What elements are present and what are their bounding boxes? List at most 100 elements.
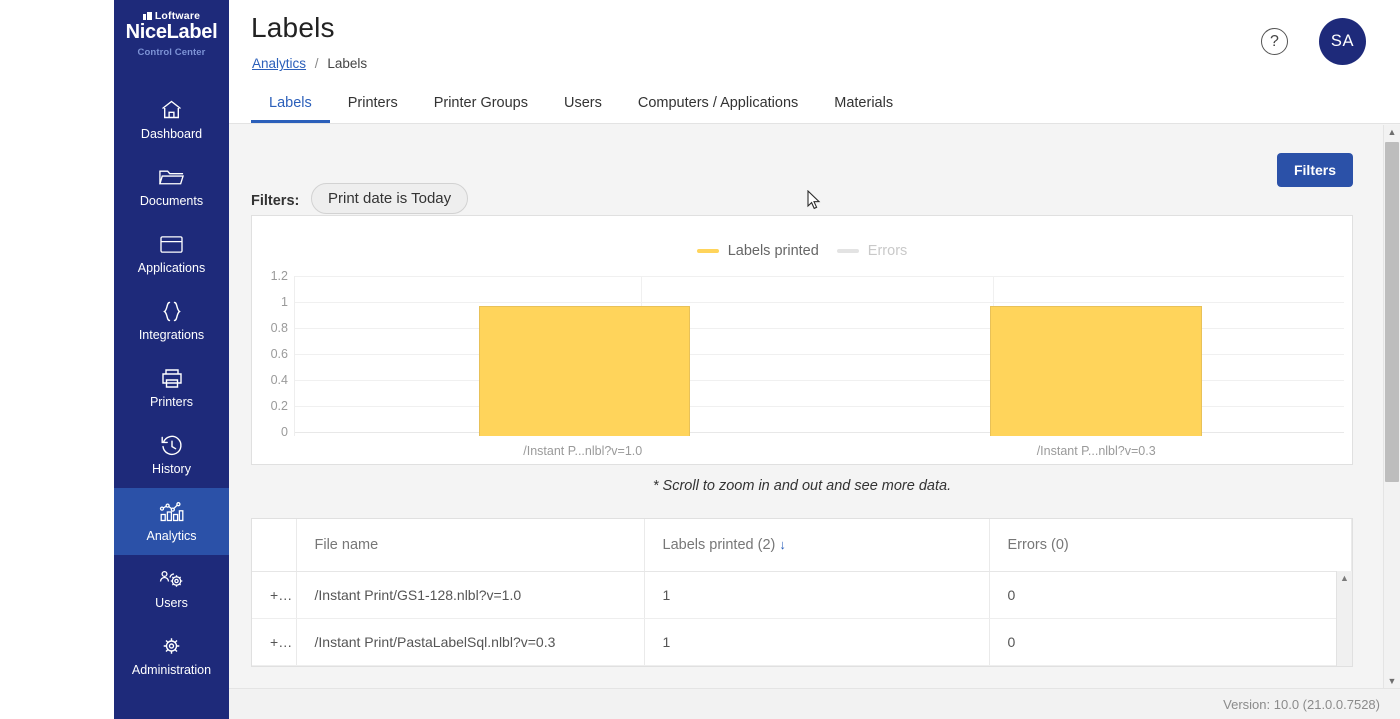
tab-computers-applications[interactable]: Computers / Applications xyxy=(620,82,816,123)
table-scrollbar[interactable]: ▲ xyxy=(1336,571,1352,666)
bar-chart-icon xyxy=(158,499,186,525)
cell-labels-printed: 1 xyxy=(644,618,990,666)
legend-swatch-labels-printed xyxy=(696,249,719,253)
y-tick: 0 xyxy=(281,425,288,439)
sidebar-label-documents: Documents xyxy=(139,194,204,209)
scroll-down-icon[interactable]: ▼ xyxy=(1384,676,1400,686)
chart-bar[interactable] xyxy=(478,306,691,436)
tab-users[interactable]: Users xyxy=(546,82,620,123)
expand-row-icon[interactable]: + xyxy=(252,571,297,619)
tab-printer-groups[interactable]: Printer Groups xyxy=(416,82,546,123)
filter-row: Filters Filters: Print date is Today xyxy=(229,125,1375,215)
sidebar-label-administration: Administration xyxy=(131,663,212,678)
window-icon xyxy=(159,231,184,257)
y-tick: 1 xyxy=(281,295,288,309)
column-header-expand xyxy=(252,519,297,572)
breadcrumb-separator: / xyxy=(314,56,319,71)
x-tick-label: /Instant P...nlbl?v=0.3 xyxy=(1036,444,1156,458)
chart-y-axis: 1.2 1 0.8 0.6 0.4 0.2 0 xyxy=(252,269,288,439)
sidebar-item-history[interactable]: History xyxy=(114,421,229,488)
cell-errors: 0 xyxy=(989,618,1352,666)
cell-errors: 0 xyxy=(989,571,1352,619)
sidebar-item-applications[interactable]: Applications xyxy=(114,220,229,287)
gear-icon xyxy=(159,633,184,659)
legend-item-errors[interactable]: Errors xyxy=(836,243,908,259)
column-header-file-name[interactable]: File name xyxy=(296,519,645,572)
column-label-file-name: File name xyxy=(314,536,379,553)
sidebar-item-analytics[interactable]: Analytics xyxy=(114,487,229,555)
app-root: Loftware NiceLabel Control Center Dashbo… xyxy=(0,0,1400,719)
sidebar-item-users[interactable]: Users xyxy=(114,555,229,622)
chart-scroll-hint: * Scroll to zoom in and out and see more… xyxy=(652,478,952,494)
sidebar-item-documents[interactable]: Documents xyxy=(114,153,229,220)
legend-label-labels-printed: Labels printed xyxy=(727,243,819,259)
chart-legend: Labels printed Errors xyxy=(252,243,1352,259)
scroll-body: Filters Filters: Print date is Today Lab… xyxy=(229,125,1400,688)
page-scrollbar[interactable]: ▲ ▼ xyxy=(1383,125,1400,688)
footer-bar: Version: 10.0 (21.0.0.7528) xyxy=(229,688,1400,719)
sidebar-label-users: Users xyxy=(155,596,188,611)
chart-card: Labels printed Errors 1.2 1 0.8 0.6 0.4 … xyxy=(251,215,1353,465)
question-circle-icon[interactable]: ? xyxy=(1261,28,1288,55)
y-tick: 0.6 xyxy=(270,347,288,361)
brand-product-label: NiceLabel xyxy=(125,21,218,43)
gridline xyxy=(295,302,1344,303)
scroll-up-icon[interactable]: ▲ xyxy=(1384,127,1400,137)
breadcrumb-link-analytics[interactable]: Analytics xyxy=(252,56,306,71)
filters-button[interactable]: Filters xyxy=(1276,153,1353,187)
chart-bar[interactable] xyxy=(990,306,1203,436)
clock-history-icon xyxy=(159,432,185,458)
expand-row-icon[interactable]: + xyxy=(252,618,297,666)
brand-block: Loftware NiceLabel Control Center xyxy=(114,0,229,58)
column-label-errors: Errors (0) xyxy=(1007,536,1069,553)
sort-desc-icon: ↓ xyxy=(779,536,786,552)
main-area: Labels Analytics / Labels ? SA Labels Pr… xyxy=(229,0,1400,719)
page-header: Labels Analytics / Labels ? SA xyxy=(229,0,1400,82)
chart-plot[interactable]: 1.2 1 0.8 0.6 0.4 0.2 0 /Instant P...nlb… xyxy=(252,269,1344,464)
column-header-errors[interactable]: Errors (0) xyxy=(989,519,1352,572)
avatar[interactable]: SA xyxy=(1319,18,1366,65)
printer-icon xyxy=(159,365,185,391)
home-icon xyxy=(159,97,184,123)
chart-x-axis: /Instant P...nlbl?v=1.0 /Instant P...nlb… xyxy=(294,444,1344,464)
y-tick: 0.2 xyxy=(270,399,288,413)
braces-icon xyxy=(159,298,185,324)
y-tick: 1.2 xyxy=(270,269,288,283)
column-header-labels-printed[interactable]: Labels printed (2) ↓ xyxy=(644,519,990,572)
legend-item-labels-printed[interactable]: Labels printed xyxy=(696,243,819,259)
legend-label-errors: Errors xyxy=(867,243,908,259)
tab-labels[interactable]: Labels xyxy=(251,82,330,123)
scrollbar-thumb[interactable] xyxy=(1385,142,1399,482)
sidebar-item-administration[interactable]: Administration xyxy=(114,622,229,689)
table-scroll-up-icon[interactable]: ▲ xyxy=(1337,573,1352,583)
users-gear-icon xyxy=(158,566,186,592)
folder-icon xyxy=(158,164,185,190)
sidebar-label-integrations: Integrations xyxy=(138,328,205,343)
sidebar-item-printers[interactable]: Printers xyxy=(114,354,229,421)
cell-file-name: /Instant Print/GS1-128.nlbl?v=1.0 xyxy=(296,571,645,619)
sidebar-nav: Dashboard Documents Applications Integra… xyxy=(114,86,229,689)
tab-printers[interactable]: Printers xyxy=(330,82,416,123)
tab-materials[interactable]: Materials xyxy=(816,82,911,123)
breadcrumb: Analytics / Labels xyxy=(252,56,367,71)
sidebar-item-integrations[interactable]: Integrations xyxy=(114,287,229,354)
table-row[interactable]: + /Instant Print/PastaLabelSql.nlbl?v=0.… xyxy=(252,618,1352,666)
tab-bar: Labels Printers Printer Groups Users Com… xyxy=(229,82,1400,124)
sidebar: Loftware NiceLabel Control Center Dashbo… xyxy=(114,0,229,719)
loftware-mark-icon xyxy=(142,12,152,20)
left-gutter xyxy=(0,0,114,719)
sidebar-label-dashboard: Dashboard xyxy=(140,127,203,142)
sidebar-label-printers: Printers xyxy=(149,395,194,410)
sidebar-label-history: History xyxy=(152,462,191,477)
page-title: Labels xyxy=(251,12,335,43)
brand-subtitle-label: Control Center xyxy=(137,46,206,58)
column-label-labels-printed: Labels printed (2) xyxy=(662,536,776,553)
legend-swatch-errors xyxy=(836,249,859,253)
content-column: Filters Filters: Print date is Today Lab… xyxy=(229,125,1375,667)
sidebar-item-dashboard[interactable]: Dashboard xyxy=(114,86,229,153)
breadcrumb-current: Labels xyxy=(327,56,368,71)
table-row[interactable]: + /Instant Print/GS1-128.nlbl?v=1.0 1 0 xyxy=(252,571,1352,619)
results-table: File name Labels printed (2) ↓ Errors (0) xyxy=(251,518,1353,667)
version-label: Version: 10.0 (21.0.0.7528) xyxy=(1223,696,1380,712)
filter-chip-print-date[interactable]: Print date is Today xyxy=(311,183,469,214)
